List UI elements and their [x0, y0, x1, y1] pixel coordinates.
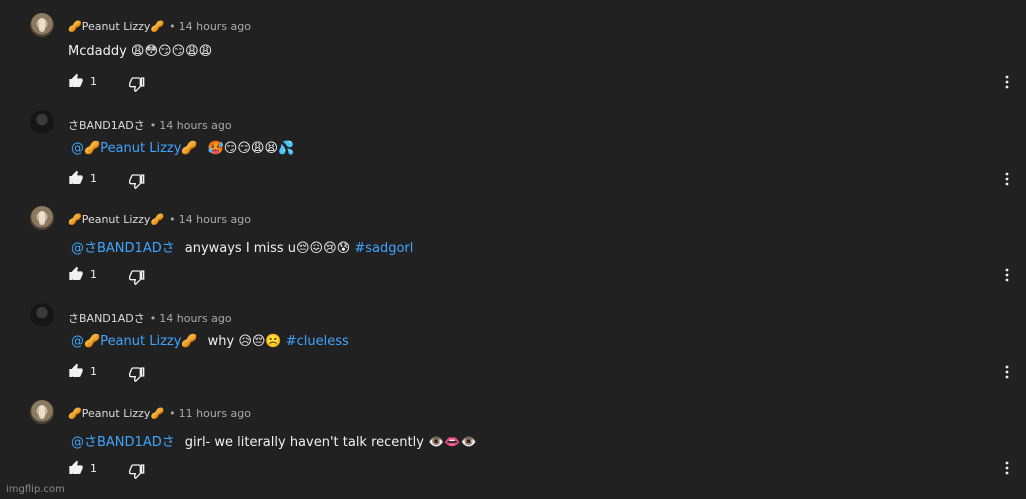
- hashtag-link[interactable]: #sadgorl: [354, 241, 413, 256]
- comment-timestamp[interactable]: 11 hours ago: [179, 407, 251, 420]
- comment-thread-item: さBAND1ADさ • 14 hours ago @🥜Peanut Lizzy🥜 wh…: [0, 303, 1026, 393]
- thumbs-down-icon: [129, 174, 145, 189]
- comment-body: 🥵😏😏😩😫💦: [207, 141, 295, 156]
- like-count: 1: [90, 365, 97, 378]
- thumbs-down-icon: [129, 464, 145, 479]
- comment-body: anyways I miss u😔😖😢😰: [184, 241, 351, 256]
- like-button[interactable]: [68, 266, 84, 282]
- dislike-button[interactable]: [129, 366, 145, 382]
- like-button[interactable]: [68, 363, 84, 379]
- like-button[interactable]: [68, 170, 84, 186]
- author-name[interactable]: さBAND1ADさ: [68, 312, 145, 325]
- hashtag-link[interactable]: #clueless: [286, 334, 349, 349]
- comment-menu-button[interactable]: [1004, 75, 1010, 89]
- comment-body: girl- we literally haven't talk recently…: [184, 435, 477, 450]
- thumbs-up-icon: [69, 460, 83, 474]
- like-count: 1: [90, 268, 97, 281]
- thumbs-up-icon: [69, 363, 83, 377]
- comment-header: 🥜Peanut Lizzy🥜 • 14 hours ago: [68, 213, 251, 226]
- separator-dot: •: [149, 119, 157, 132]
- more-vert-icon: [1005, 172, 1009, 186]
- comment-text: @🥜Peanut Lizzy🥜 🥵😏😏😩😫💦: [68, 141, 294, 156]
- dislike-button[interactable]: [129, 76, 145, 92]
- separator-dot: •: [169, 407, 176, 420]
- separator-dot: •: [169, 213, 176, 226]
- dislike-button[interactable]: [129, 463, 145, 479]
- author-avatar[interactable]: [30, 400, 54, 424]
- author-avatar[interactable]: [30, 206, 54, 230]
- thumbs-down-icon: [129, 367, 145, 382]
- author-name[interactable]: さBAND1ADさ: [68, 119, 145, 132]
- comment-header: さBAND1ADさ • 14 hours ago: [68, 310, 232, 326]
- comment-timestamp[interactable]: 14 hours ago: [159, 119, 231, 132]
- comment-body: Mcdaddy 😩😳😏😏😩😩: [68, 44, 213, 59]
- author-avatar[interactable]: [30, 303, 54, 327]
- dislike-button[interactable]: [129, 269, 145, 285]
- mention-link[interactable]: @🥜Peanut Lizzy🥜: [71, 334, 198, 349]
- comment-body: why 😥😔☹️: [207, 334, 282, 349]
- comment-menu-button[interactable]: [1004, 461, 1010, 475]
- comment-thread-item: 🥜Peanut Lizzy🥜 • 14 hours ago Mcdaddy 😩😳😏😏…: [0, 13, 1026, 103]
- more-vert-icon: [1005, 461, 1009, 475]
- comment-thread-item: 🥜Peanut Lizzy🥜 • 14 hours ago @さBAND1ADさ an…: [0, 206, 1026, 296]
- comment-menu-button[interactable]: [1004, 172, 1010, 186]
- comment-header: 🥜Peanut Lizzy🥜 • 11 hours ago: [68, 407, 251, 420]
- like-button[interactable]: [68, 73, 84, 89]
- thumbs-up-icon: [69, 73, 83, 87]
- thumbs-down-icon: [129, 270, 145, 285]
- separator-dot: •: [169, 20, 176, 33]
- comment-timestamp[interactable]: 14 hours ago: [159, 312, 231, 325]
- comment-text: @🥜Peanut Lizzy🥜 why 😥😔☹️ #clueless: [68, 334, 349, 349]
- thumbs-up-icon: [69, 266, 83, 280]
- comment-menu-button[interactable]: [1004, 365, 1010, 379]
- comment-timestamp[interactable]: 14 hours ago: [179, 213, 251, 226]
- thumbs-up-icon: [69, 170, 83, 184]
- comment-thread-item: 🥜Peanut Lizzy🥜 • 11 hours ago @さBAND1ADさ gi…: [0, 400, 1026, 490]
- more-vert-icon: [1005, 75, 1009, 89]
- author-name[interactable]: 🥜Peanut Lizzy🥜: [68, 213, 164, 226]
- author-avatar[interactable]: [30, 13, 54, 37]
- comment-text: Mcdaddy 😩😳😏😏😩😩: [68, 44, 212, 59]
- dislike-button[interactable]: [129, 173, 145, 189]
- like-count: 1: [90, 75, 97, 88]
- comment-thread-item: さBAND1ADさ • 14 hours ago @🥜Peanut Lizzy🥜 🥵😏…: [0, 110, 1026, 200]
- author-name[interactable]: 🥜Peanut Lizzy🥜: [68, 407, 164, 420]
- comment-text: @さBAND1ADさ girl- we literally haven't tal…: [68, 431, 477, 450]
- comment-menu-button[interactable]: [1004, 268, 1010, 282]
- separator-dot: •: [149, 312, 157, 325]
- imgflip-watermark: imgflip.com: [6, 484, 65, 495]
- like-button[interactable]: [68, 460, 84, 476]
- mention-link[interactable]: @さBAND1ADさ: [71, 241, 175, 256]
- more-vert-icon: [1005, 365, 1009, 379]
- comment-text: @さBAND1ADさ anyways I miss u😔😖😢😰 #sadgorl: [68, 237, 413, 256]
- mention-link[interactable]: @さBAND1ADさ: [71, 435, 175, 450]
- thumbs-down-icon: [129, 77, 145, 92]
- more-vert-icon: [1005, 268, 1009, 282]
- author-avatar[interactable]: [30, 110, 54, 134]
- like-count: 1: [90, 462, 97, 475]
- like-count: 1: [90, 172, 97, 185]
- comment-timestamp[interactable]: 14 hours ago: [179, 20, 251, 33]
- mention-link[interactable]: @🥜Peanut Lizzy🥜: [71, 141, 198, 156]
- author-name[interactable]: 🥜Peanut Lizzy🥜: [68, 20, 164, 33]
- comment-header: さBAND1ADさ • 14 hours ago: [68, 117, 232, 133]
- comment-header: 🥜Peanut Lizzy🥜 • 14 hours ago: [68, 20, 251, 33]
